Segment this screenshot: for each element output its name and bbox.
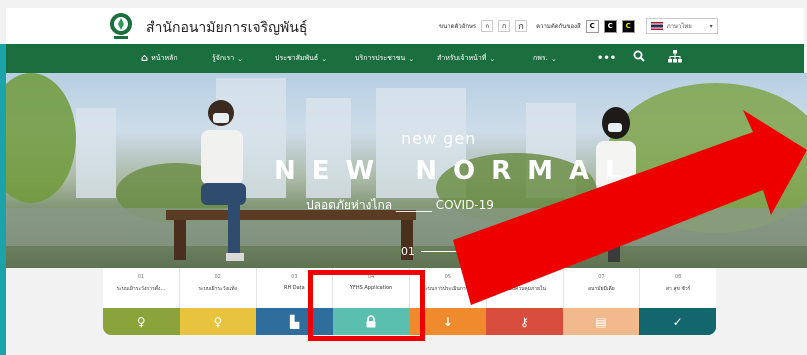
highlight-box [308, 270, 425, 341]
contrast-label: ความตัดกันของสี [536, 23, 581, 30]
quick-link-01-button[interactable]: ♀ [103, 308, 180, 335]
quick-link-label: ระบบเฝ้าระวังแท้ง [198, 286, 237, 292]
more-icon: ••• [597, 53, 617, 64]
key-icon: ⚷ [520, 314, 529, 329]
female-icon: ♀ [136, 314, 146, 329]
nav-item-services[interactable]: บริการประชาชน ⌄ [355, 53, 414, 64]
slide-number: 01 [401, 245, 415, 258]
contrast-normal-button[interactable]: C [585, 19, 599, 33]
man-person-image [201, 100, 246, 261]
download-icon: ↓ [442, 314, 453, 329]
font-size-label: ขนาดตัวอักษร [439, 23, 477, 30]
chevron-down-icon: ⌄ [489, 54, 496, 63]
contrast-yellow-button[interactable]: C [621, 19, 635, 33]
quick-link-06-button[interactable]: ⚷ [486, 308, 563, 335]
female-ribbon-icon: ♀ [213, 314, 223, 329]
font-size-medium-button[interactable]: ก [498, 20, 511, 32]
nav-item-staff[interactable]: สำหรับเจ้าหน้าที่ ⌄ [437, 53, 495, 64]
home-icon: ⌂ [141, 53, 149, 64]
factory-icon: ▙ [289, 314, 300, 329]
background-building [76, 108, 116, 198]
search-icon [633, 50, 645, 62]
thai-flag-icon [650, 22, 663, 30]
font-size-large-button[interactable]: ก [515, 20, 528, 32]
nav-label: บริการประชาชน [355, 54, 406, 62]
document-icon: ▤ [595, 314, 607, 329]
sitemap-button[interactable] [668, 50, 682, 63]
quick-link-02-button[interactable]: ♀ [179, 308, 257, 335]
main-nav: ⌂ หน้าหลัก รู้จักเรา ⌄ ประชาสัมพันธ์ ⌄ บ… [6, 44, 804, 73]
accessibility-tools: ขนาดตัวอักษร ก ก ก ความตัดกันของสี C C C… [439, 18, 718, 34]
chevron-down-icon: ⌄ [408, 54, 415, 63]
chevron-down-icon: ⌄ [237, 54, 244, 63]
nav-label: สำหรับเจ้าหน้าที่ [437, 54, 487, 62]
language-label: ภาษาไทย [666, 23, 692, 30]
nav-label: ประชาสัมพันธ์ [275, 54, 319, 62]
background-tree [6, 73, 76, 203]
chevron-down-icon: ▾ [709, 22, 713, 30]
bench-leg [174, 220, 186, 260]
chevron-down-icon: ⌄ [321, 54, 328, 63]
sitemap-icon [668, 50, 682, 63]
nav-label: กพร. [533, 54, 548, 62]
more-menu-button[interactable]: ••• [597, 53, 616, 64]
nav-item-news[interactable]: ประชาสัมพันธ์ ⌄ [275, 53, 327, 64]
department-logo[interactable] [106, 11, 136, 41]
nav-item-home[interactable]: ⌂ หน้าหลัก [141, 53, 178, 64]
quick-link-number: 02 [214, 274, 221, 280]
quick-link-08-button[interactable]: ✓ [639, 308, 716, 335]
nav-label: หน้าหลัก [151, 54, 178, 62]
checkmark-icon: ✓ [672, 314, 683, 329]
quick-link-label: ระบบเฝ้าระวังการตั้ง... [116, 286, 166, 292]
font-size-small-button[interactable]: ก [481, 20, 494, 32]
quick-link-07-button[interactable]: ▤ [562, 308, 640, 335]
quick-link-01[interactable]: 01 ระบบเฝ้าระวังการตั้ง... [103, 268, 180, 308]
red-arrow-icon [453, 110, 807, 305]
nav-label: รู้จักเรา [212, 54, 235, 62]
nav-item-about[interactable]: รู้จักเรา ⌄ [212, 53, 243, 64]
search-button[interactable] [633, 50, 645, 62]
nav-item-opdc[interactable]: กพร. ⌄ [533, 53, 557, 64]
quick-link-02[interactable]: 02 ระบบเฝ้าระวังแท้ง [180, 268, 257, 308]
language-select[interactable]: ภาษาไทย ▾ [645, 18, 718, 34]
site-header: สำนักอนามัยการเจริญพันธุ์ ขนาดตัวอักษร ก… [6, 8, 804, 44]
contrast-dark-button[interactable]: C [603, 19, 617, 33]
quick-link-number: 01 [137, 274, 145, 280]
chevron-down-icon: ⌄ [550, 54, 557, 63]
site-title[interactable]: สำนักอนามัยการเจริญพันธุ์ [146, 17, 307, 39]
